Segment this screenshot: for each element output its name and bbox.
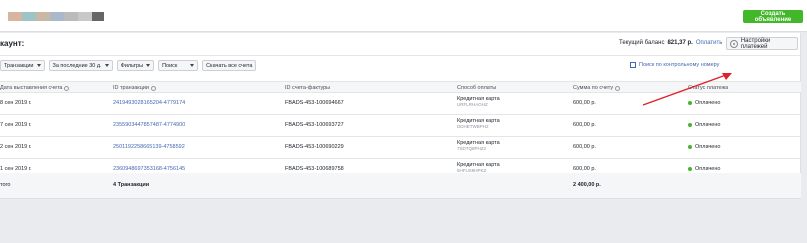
balance-amount: 821,37 р.: [667, 40, 693, 46]
total-count: 4 Транзакции: [113, 182, 150, 188]
header-payment-method-label: Способ оплаты: [457, 85, 497, 91]
header-transaction-id-label: ID транзакции: [113, 85, 149, 91]
external-link-icon: [630, 62, 636, 68]
chevron-down-icon: [104, 64, 109, 67]
blur-swatch: [8, 12, 22, 21]
transaction-id-link[interactable]: 2501192258665139-4758592: [113, 144, 185, 150]
row-amount: 600,00 р.: [573, 122, 596, 128]
status-dot-icon: [688, 145, 692, 149]
header-amount: Сумма по счету: [573, 85, 621, 91]
blur-swatch: [92, 12, 104, 21]
header-transaction-id: ID транзакции: [113, 85, 156, 91]
payment-method: Кредитная карта 7SDTQ8PHZ2: [457, 140, 500, 152]
status-badge: Оплачено: [688, 144, 720, 150]
status-dot-icon: [688, 167, 692, 171]
divider: [0, 55, 801, 56]
chevron-down-icon: [146, 64, 151, 67]
search-by-reference-link[interactable]: Поиск по контрольному номеру: [630, 62, 719, 68]
table-row: 7 сен 2019 г. 2355903447857487-4774900 F…: [0, 115, 801, 137]
table-row: 2 сен 2019 г. 2501192258665139-4758592 F…: [0, 137, 801, 159]
invoice-id: FBADS-453-100690229: [285, 144, 344, 150]
blur-swatch: [36, 12, 50, 21]
status-label: Оплачено: [695, 166, 721, 172]
row-amount: 600,00 р.: [573, 100, 596, 106]
blur-swatch: [78, 12, 92, 21]
payment-reference: URFLRHAGHZ: [457, 102, 488, 107]
info-icon: [150, 85, 156, 91]
row-date: 8 сен 2019 г.: [0, 100, 32, 106]
blur-swatch: [22, 12, 36, 21]
row-date: 7 сен 2019 г.: [0, 122, 32, 128]
row-amount: 600,00 р.: [573, 144, 596, 150]
pay-link[interactable]: Оплатить: [696, 40, 723, 46]
filter-bar: Транзакции За последние 30 д. Фильтры По…: [0, 60, 257, 71]
top-bar: Создать объявление: [0, 0, 807, 32]
status-badge: Оплачено: [688, 166, 720, 172]
invoice-id: FBADS-453-100693727: [285, 122, 344, 128]
blur-swatch: [64, 12, 78, 21]
date-range-label: За последние 30 д.: [52, 62, 102, 69]
total-amount: 2 400,00 р.: [573, 182, 601, 188]
status-label: Оплачено: [695, 144, 721, 150]
date-range-dropdown[interactable]: За последние 30 д.: [48, 60, 113, 71]
filters-label: Фильтры: [120, 62, 144, 69]
row-amount: 600,00 р.: [573, 166, 596, 172]
billing-panel: каунт: Текущий баланс 821,37 р. Оплатить…: [0, 33, 801, 199]
payment-method: Кредитная карта URFLRHAGHZ: [457, 96, 500, 108]
transactions-dropdown-label: Транзакции: [4, 62, 34, 69]
blur-swatch: [50, 12, 64, 21]
invoice-id: FBADS-453-100689758: [285, 166, 344, 172]
transaction-id-link[interactable]: 2355903447857487-4774900: [113, 122, 185, 128]
payment-settings-button[interactable]: Настройки платежей: [726, 37, 798, 50]
chevron-down-icon: [190, 64, 195, 67]
status-dot-icon: [688, 123, 692, 127]
balance-label: Текущий баланс: [619, 40, 665, 46]
transactions-dropdown[interactable]: Транзакции: [0, 60, 45, 71]
header-invoice-id: ID счета-фактуры: [285, 85, 330, 91]
total-label: того: [0, 182, 11, 188]
arrow-line: [642, 74, 727, 106]
payment-reference: DDHETWBPH2: [457, 124, 489, 129]
search-label: Поиск: [162, 62, 178, 69]
current-balance: Текущий баланс 821,37 р. Оплатить: [619, 40, 722, 46]
header-invoice-id-label: ID счета-фактуры: [285, 85, 331, 91]
row-date: 1 сен 2019 г.: [0, 166, 32, 172]
header-amount-label: Сумма по счету: [573, 85, 614, 91]
search-dropdown[interactable]: Поиск: [158, 60, 199, 71]
gear-icon: [730, 39, 738, 48]
header-date[interactable]: Дата выставления счета: [0, 85, 70, 91]
chevron-down-icon: [36, 64, 41, 67]
search-by-reference-label: Поиск по контрольному номеру: [639, 62, 720, 68]
total-row: того 4 Транзакции 2 400,00 р.: [0, 173, 801, 198]
transaction-id-link[interactable]: 2419493028165204-4779174: [113, 100, 185, 106]
annotation-arrow: [642, 73, 732, 106]
filters-dropdown[interactable]: Фильтры: [116, 60, 155, 71]
account-title: каунт:: [0, 39, 25, 48]
status-label: Оплачено: [695, 122, 721, 128]
download-all-invoices-label: Скачать все счета: [206, 62, 253, 69]
create-ad-button[interactable]: Создать объявление: [743, 10, 803, 23]
payment-method: Кредитная карта DDHETWBPH2: [457, 118, 500, 130]
header-payment-method: Способ оплаты: [457, 85, 496, 91]
invoice-id: FBADS-453-100694667: [285, 100, 344, 106]
download-all-invoices-button[interactable]: Скачать все счета: [202, 60, 257, 71]
payment-reference: 7SDTQ8PHZ2: [457, 146, 487, 151]
payment-settings-label: Настройки платежей: [740, 37, 771, 50]
info-icon: [615, 85, 621, 91]
row-date: 2 сен 2019 г.: [0, 144, 32, 150]
transaction-id-link[interactable]: 2360948697353168-4756145: [113, 166, 185, 172]
blurred-page-header: [8, 12, 104, 21]
status-badge: Оплачено: [688, 122, 720, 128]
info-icon: [64, 85, 70, 91]
header-date-label: Дата выставления счета: [0, 85, 63, 91]
